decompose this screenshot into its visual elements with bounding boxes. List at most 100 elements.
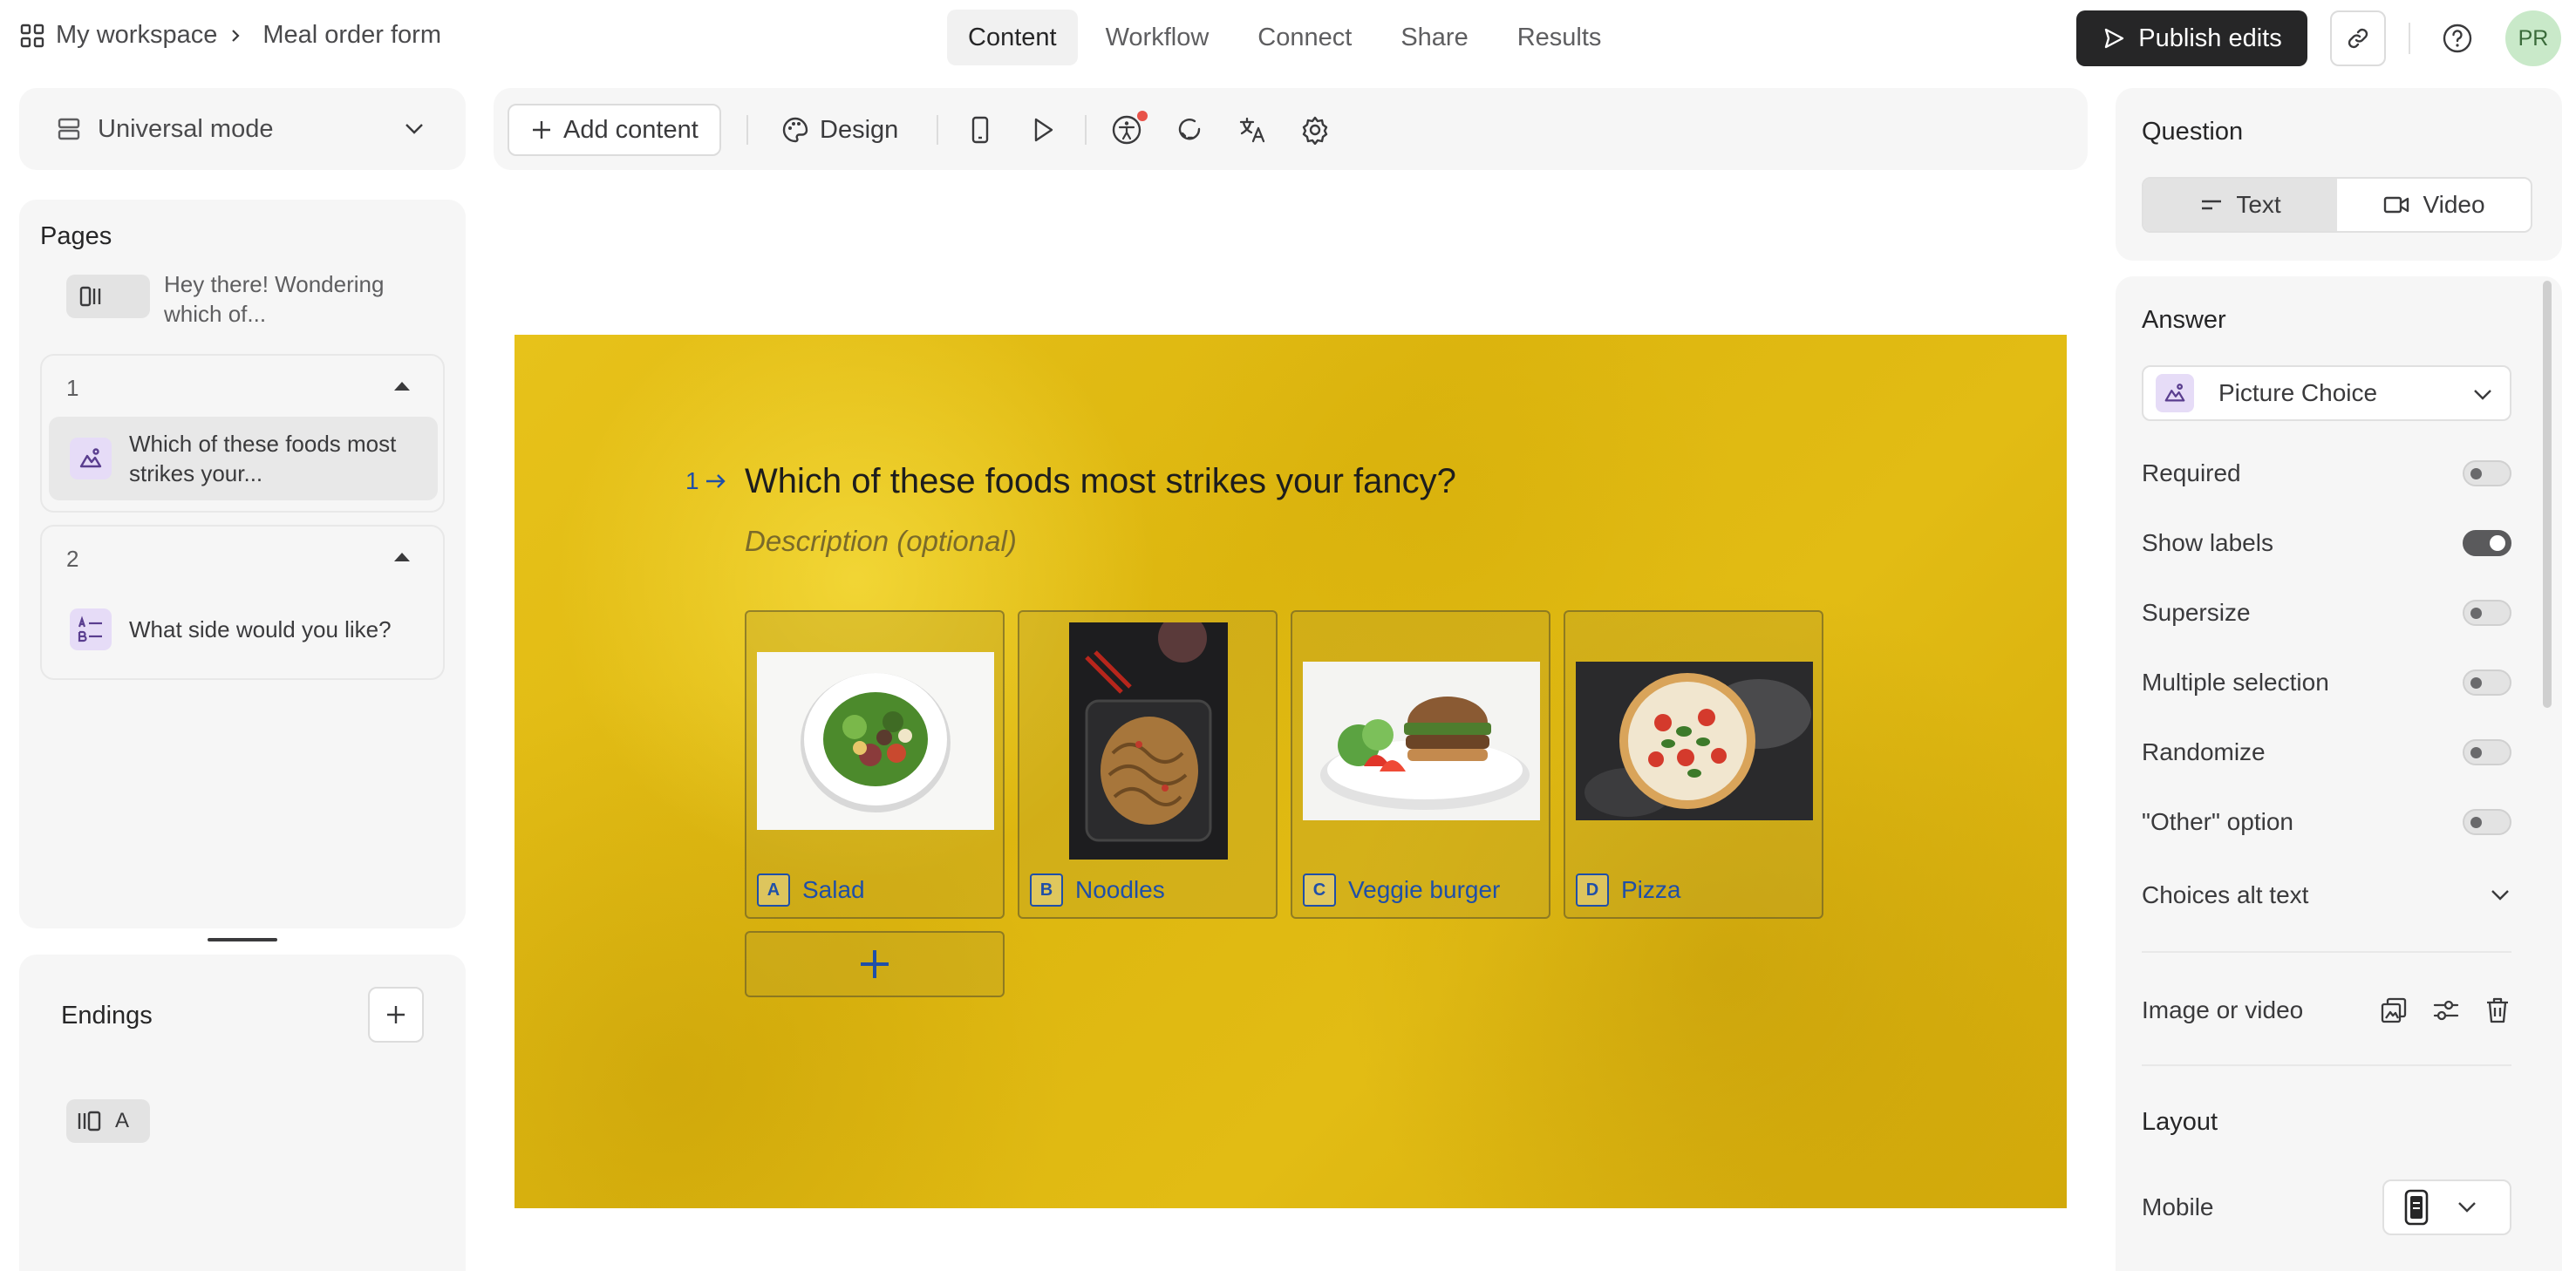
- page-number: 2: [66, 546, 79, 572]
- setting-other-option: "Other" option: [2142, 805, 2511, 839]
- endings-title: Endings: [61, 1002, 153, 1030]
- pizza-image: [1576, 622, 1813, 860]
- publish-button[interactable]: Publish edits: [2076, 10, 2307, 66]
- question-title[interactable]: Which of these foods most strikes your f…: [745, 462, 1456, 501]
- welcome-screen-icon: [78, 285, 108, 308]
- replace-image-icon[interactable]: [2379, 996, 2409, 1025]
- gear-icon: [1300, 115, 1330, 145]
- answer-settings-panel: Answer Picture Choice Required Show labe…: [2116, 276, 2562, 1271]
- mobile-preview-button[interactable]: [961, 111, 999, 149]
- settings-button[interactable]: [1296, 111, 1334, 149]
- divider: [2409, 23, 2410, 54]
- phone-icon: [970, 116, 991, 144]
- show-labels-toggle[interactable]: [2463, 530, 2511, 556]
- add-content-button[interactable]: Add content: [508, 104, 721, 156]
- link-icon: [2345, 25, 2371, 51]
- question-description[interactable]: Description (optional): [745, 525, 1017, 558]
- trash-icon[interactable]: [2484, 996, 2511, 1025]
- question-type-text[interactable]: Text: [2143, 179, 2337, 231]
- copy-link-button[interactable]: [2330, 10, 2386, 66]
- mode-label: Universal mode: [98, 115, 274, 143]
- collapse-caret-icon[interactable]: [394, 382, 410, 391]
- page-card-2[interactable]: 2 What side would you like?: [40, 525, 445, 680]
- accessibility-button[interactable]: [1107, 111, 1148, 149]
- breadcrumb-form-name[interactable]: Meal order form: [262, 21, 441, 50]
- adjust-sliders-icon[interactable]: [2431, 996, 2461, 1025]
- preview-button[interactable]: [1024, 111, 1062, 149]
- ai-assist-button[interactable]: [1170, 111, 1209, 149]
- choice-veggie-burger[interactable]: C Veggie burger: [1291, 610, 1550, 919]
- collapse-caret-icon[interactable]: [394, 553, 410, 561]
- randomize-toggle[interactable]: [2463, 739, 2511, 765]
- notification-dot: [1137, 111, 1148, 121]
- divider: [937, 115, 938, 145]
- chevron-down-icon: [403, 119, 426, 139]
- multiple-selection-toggle[interactable]: [2463, 669, 2511, 696]
- choice-text: Noodles: [1075, 876, 1165, 903]
- tab-results[interactable]: Results: [1496, 10, 1623, 65]
- page-question-item[interactable]: Which of these foods most strikes your..…: [49, 417, 438, 500]
- design-button[interactable]: Design: [781, 104, 898, 156]
- apps-grid-icon[interactable]: [19, 23, 45, 49]
- answer-type-select[interactable]: Picture Choice: [2142, 365, 2511, 421]
- choice-key: D: [1576, 873, 1609, 907]
- question-type-text-label: Text: [2236, 191, 2281, 218]
- divider: [2142, 1064, 2511, 1066]
- tab-workflow[interactable]: Workflow: [1085, 10, 1230, 65]
- avatar[interactable]: PR: [2505, 10, 2561, 66]
- help-button[interactable]: [2438, 19, 2477, 58]
- chevron-right-icon: [228, 28, 243, 44]
- question-type-video[interactable]: Video: [2337, 179, 2531, 231]
- add-content-label: Add content: [563, 115, 699, 144]
- send-icon: [2102, 26, 2126, 51]
- setting-label: Show labels: [2142, 529, 2273, 556]
- tab-share[interactable]: Share: [1380, 10, 1489, 65]
- design-label: Design: [820, 115, 899, 144]
- mobile-layout-select[interactable]: [2382, 1179, 2511, 1235]
- mode-selector[interactable]: Universal mode: [19, 88, 466, 170]
- translate-button[interactable]: [1233, 111, 1271, 149]
- settings-scrollbar[interactable]: [2543, 281, 2552, 708]
- choice-text: Pizza: [1621, 876, 1681, 903]
- layers-icon: [56, 116, 82, 142]
- question-number: 1: [685, 467, 727, 495]
- choice-noodles[interactable]: B Noodles: [1018, 610, 1278, 919]
- setting-label: Required: [2142, 459, 2241, 486]
- choice-salad[interactable]: A Salad: [745, 610, 1005, 919]
- form-canvas: 1 Which of these foods most strikes your…: [515, 335, 2067, 1208]
- divider: [2142, 951, 2511, 953]
- chevron-down-icon: [2456, 1199, 2478, 1216]
- resize-handle[interactable]: [208, 938, 277, 941]
- supersize-toggle[interactable]: [2463, 600, 2511, 626]
- setting-label: Multiple selection: [2142, 669, 2329, 696]
- setting-randomize: Randomize: [2142, 735, 2511, 770]
- required-toggle[interactable]: [2463, 460, 2511, 486]
- page-question-item[interactable]: What side would you like?: [49, 588, 438, 671]
- translate-icon: [1237, 115, 1267, 145]
- mobile-layout-icon: [2403, 1189, 2429, 1226]
- page-number: 1: [66, 375, 79, 401]
- text-lines-icon: [2199, 196, 2224, 214]
- welcome-screen-badge: [66, 275, 150, 318]
- choices-alt-text-row[interactable]: Choices alt text: [2142, 878, 2511, 913]
- breadcrumb: My workspace Meal order form: [19, 21, 441, 50]
- page-question-text: What side would you like?: [129, 616, 392, 642]
- setting-label: "Other" option: [2142, 808, 2293, 835]
- tab-connect[interactable]: Connect: [1237, 10, 1373, 65]
- plus-icon: [384, 1003, 408, 1027]
- layout-mobile-row: Mobile: [2142, 1179, 2511, 1235]
- tab-content[interactable]: Content: [947, 10, 1078, 65]
- question-settings-panel: Question Text Video: [2116, 88, 2562, 261]
- choice-pizza[interactable]: D Pizza: [1564, 610, 1823, 919]
- mobile-label: Mobile: [2142, 1193, 2214, 1220]
- setting-label: Supersize: [2142, 599, 2251, 626]
- add-ending-button[interactable]: [368, 987, 424, 1043]
- add-choice-button[interactable]: [745, 931, 1005, 997]
- setting-multiple-selection: Multiple selection: [2142, 665, 2511, 700]
- choice-text: Salad: [802, 876, 865, 903]
- other-option-toggle[interactable]: [2463, 809, 2511, 835]
- ending-item[interactable]: A: [66, 1099, 150, 1143]
- veggie-burger-image: [1303, 622, 1540, 860]
- breadcrumb-workspace[interactable]: My workspace: [56, 21, 217, 50]
- page-card-1[interactable]: 1 Which of these foods most strikes your…: [40, 354, 445, 513]
